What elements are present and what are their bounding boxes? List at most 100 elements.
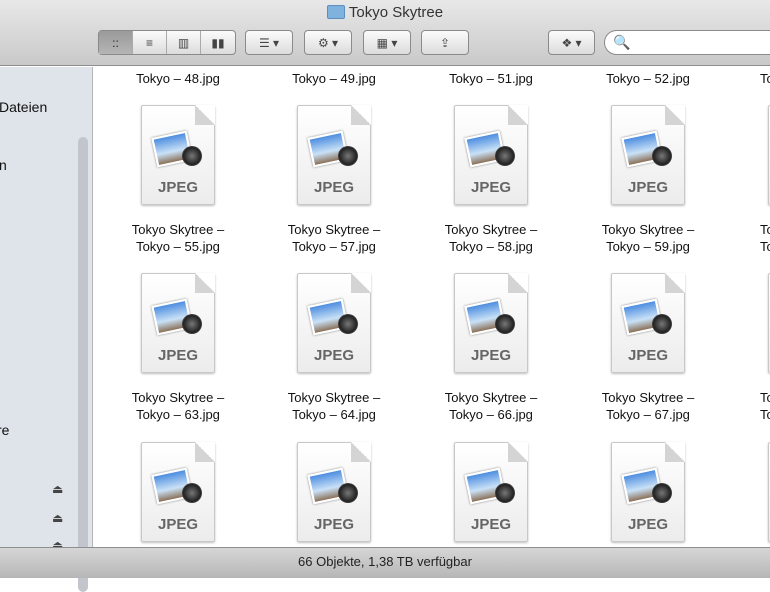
page-fold xyxy=(195,442,215,462)
file-name-line: Tokyo Skytree – xyxy=(287,222,381,237)
status-bar: 66 Objekte, 1,38 TB verfügbar xyxy=(0,547,770,578)
page-fold xyxy=(665,442,685,462)
dropbox-button[interactable]: ❖ ▾ xyxy=(548,30,595,55)
file-name[interactable]: To To xyxy=(760,389,770,423)
file-name-line: Tokyo – 55.jpg xyxy=(136,239,220,254)
loupe-icon xyxy=(182,314,202,334)
file-name-line: Tokyo – 63.jpg xyxy=(136,407,220,422)
file-type-label: JPEG xyxy=(627,179,669,196)
window-toolbar: Tokyo Skytree :: ≡ ▥ ▮▮ ☰ ▾ ⚙ ▾ ▦ ▾ ⇪ ❖ … xyxy=(0,0,770,66)
file-name-line: Tokyo – 66.jpg xyxy=(449,407,533,422)
file-type-label: JPEG xyxy=(157,347,199,364)
file-type-label: JPEG xyxy=(627,347,669,364)
sidebar-item[interactable]: n xyxy=(0,157,7,173)
sidebar-scrollbar[interactable] xyxy=(78,137,88,592)
file-name-line: Tokyo Skytree – xyxy=(601,390,695,405)
page-fold xyxy=(665,273,685,293)
file-name-line: To xyxy=(760,390,770,405)
file-name-line: Tokyo – 59.jpg xyxy=(606,239,690,254)
eject-icon[interactable]: ⏏ xyxy=(52,511,63,525)
file-name-line: Tokyo Skytree – xyxy=(131,222,225,237)
jpeg-file-icon[interactable]: JPEG xyxy=(766,442,770,545)
jpeg-file-icon[interactable]: JPEG xyxy=(609,442,687,545)
file-name[interactable]: Tokyo Skytree – Tokyo – 55.jpg xyxy=(103,221,253,255)
icon-view-button[interactable]: :: xyxy=(99,31,133,54)
view-mode-control[interactable]: :: ≡ ▥ ▮▮ xyxy=(98,30,236,55)
file-name[interactable]: To xyxy=(760,70,770,87)
file-type-label: JPEG xyxy=(313,347,355,364)
jpeg-file-icon[interactable]: JPEG xyxy=(139,105,217,208)
arrange-button[interactable]: ☰ ▾ xyxy=(245,30,293,55)
file-name-line: Tokyo – 58.jpg xyxy=(449,239,533,254)
file-name[interactable]: Tokyo Skytree – Tokyo – 63.jpg xyxy=(103,389,253,423)
page-fold xyxy=(351,442,371,462)
file-name[interactable]: Tokyo Skytree – Tokyo – 59.jpg xyxy=(573,221,723,255)
search-icon: 🔍 xyxy=(613,34,631,50)
file-name[interactable]: Tokyo – 52.jpg xyxy=(573,70,723,87)
window-title: Tokyo Skytree xyxy=(0,4,770,21)
coverflow-view-button[interactable]: ▮▮ xyxy=(201,31,235,54)
page-fold xyxy=(195,273,215,293)
page-fold xyxy=(351,273,371,293)
file-type-label: JPEG xyxy=(470,347,512,364)
column-view-button[interactable]: ▥ xyxy=(167,31,201,54)
jpeg-file-icon[interactable]: JPEG xyxy=(452,105,530,208)
search-input[interactable]: 🔍 xyxy=(604,30,770,55)
jpeg-file-icon[interactable]: JPEG xyxy=(295,442,373,545)
file-type-label: JPEG xyxy=(157,179,199,196)
jpeg-file-icon[interactable]: JPEG xyxy=(609,273,687,376)
file-name-line: To xyxy=(760,407,770,422)
file-type-label: JPEG xyxy=(157,516,199,533)
file-type-label: JPEG xyxy=(627,516,669,533)
jpeg-file-icon[interactable]: JPEG xyxy=(766,105,770,208)
page-fold xyxy=(508,273,528,293)
page-fold xyxy=(351,105,371,125)
file-name-line: Tokyo – 57.jpg xyxy=(292,239,376,254)
eject-icon[interactable]: ⏏ xyxy=(52,482,63,496)
file-name[interactable]: Tokyo Skytree – Tokyo – 64.jpg xyxy=(259,389,409,423)
file-name[interactable]: Tokyo Skytree – Tokyo – 58.jpg xyxy=(416,221,566,255)
file-name-line: Tokyo – 67.jpg xyxy=(606,407,690,422)
file-name-line: Tokyo Skytree – xyxy=(444,390,538,405)
sidebar-item[interactable]: re xyxy=(0,422,9,438)
page-fold xyxy=(665,105,685,125)
loupe-icon xyxy=(338,146,358,166)
file-name[interactable]: Tokyo – 49.jpg xyxy=(259,70,409,87)
arrange-grid-button[interactable]: ▦ ▾ xyxy=(363,30,411,55)
jpeg-file-icon[interactable]: JPEG xyxy=(766,273,770,376)
loupe-icon xyxy=(652,483,672,503)
file-type-label: JPEG xyxy=(766,179,770,196)
jpeg-file-icon[interactable]: JPEG xyxy=(139,442,217,545)
folder-icon xyxy=(326,5,345,19)
loupe-icon xyxy=(182,483,202,503)
file-name-line: Tokyo Skytree – xyxy=(601,222,695,237)
sidebar-item[interactable]: Dateien xyxy=(0,99,47,115)
jpeg-file-icon[interactable]: JPEG xyxy=(452,273,530,376)
jpeg-file-icon[interactable]: JPEG xyxy=(295,105,373,208)
jpeg-file-icon[interactable]: JPEG xyxy=(452,442,530,545)
loupe-icon xyxy=(182,146,202,166)
file-name-line: Tokyo Skytree – xyxy=(131,390,225,405)
share-button[interactable]: ⇪ xyxy=(421,30,469,55)
loupe-icon xyxy=(495,483,515,503)
file-type-label: JPEG xyxy=(470,179,512,196)
jpeg-file-icon[interactable]: JPEG xyxy=(609,105,687,208)
file-name[interactable]: To To xyxy=(760,221,770,255)
jpeg-file-icon[interactable]: JPEG xyxy=(139,273,217,376)
loupe-icon xyxy=(495,146,515,166)
file-name-line: Tokyo Skytree – xyxy=(444,222,538,237)
file-type-label: JPEG xyxy=(470,516,512,533)
file-name[interactable]: Tokyo Skytree – Tokyo – 67.jpg xyxy=(573,389,723,423)
file-name[interactable]: Tokyo – 51.jpg xyxy=(416,70,566,87)
file-name[interactable]: Tokyo – 48.jpg xyxy=(103,70,253,87)
list-view-button[interactable]: ≡ xyxy=(133,31,167,54)
loupe-icon xyxy=(652,146,672,166)
file-name-line: To xyxy=(760,222,770,237)
action-gear-button[interactable]: ⚙ ▾ xyxy=(304,30,352,55)
file-name[interactable]: Tokyo Skytree – Tokyo – 66.jpg xyxy=(416,389,566,423)
page-fold xyxy=(195,105,215,125)
file-name-line: Tokyo – 64.jpg xyxy=(292,407,376,422)
jpeg-file-icon[interactable]: JPEG xyxy=(295,273,373,376)
file-name[interactable]: Tokyo Skytree – Tokyo – 57.jpg xyxy=(259,221,409,255)
file-name-line: Tokyo Skytree – xyxy=(287,390,381,405)
